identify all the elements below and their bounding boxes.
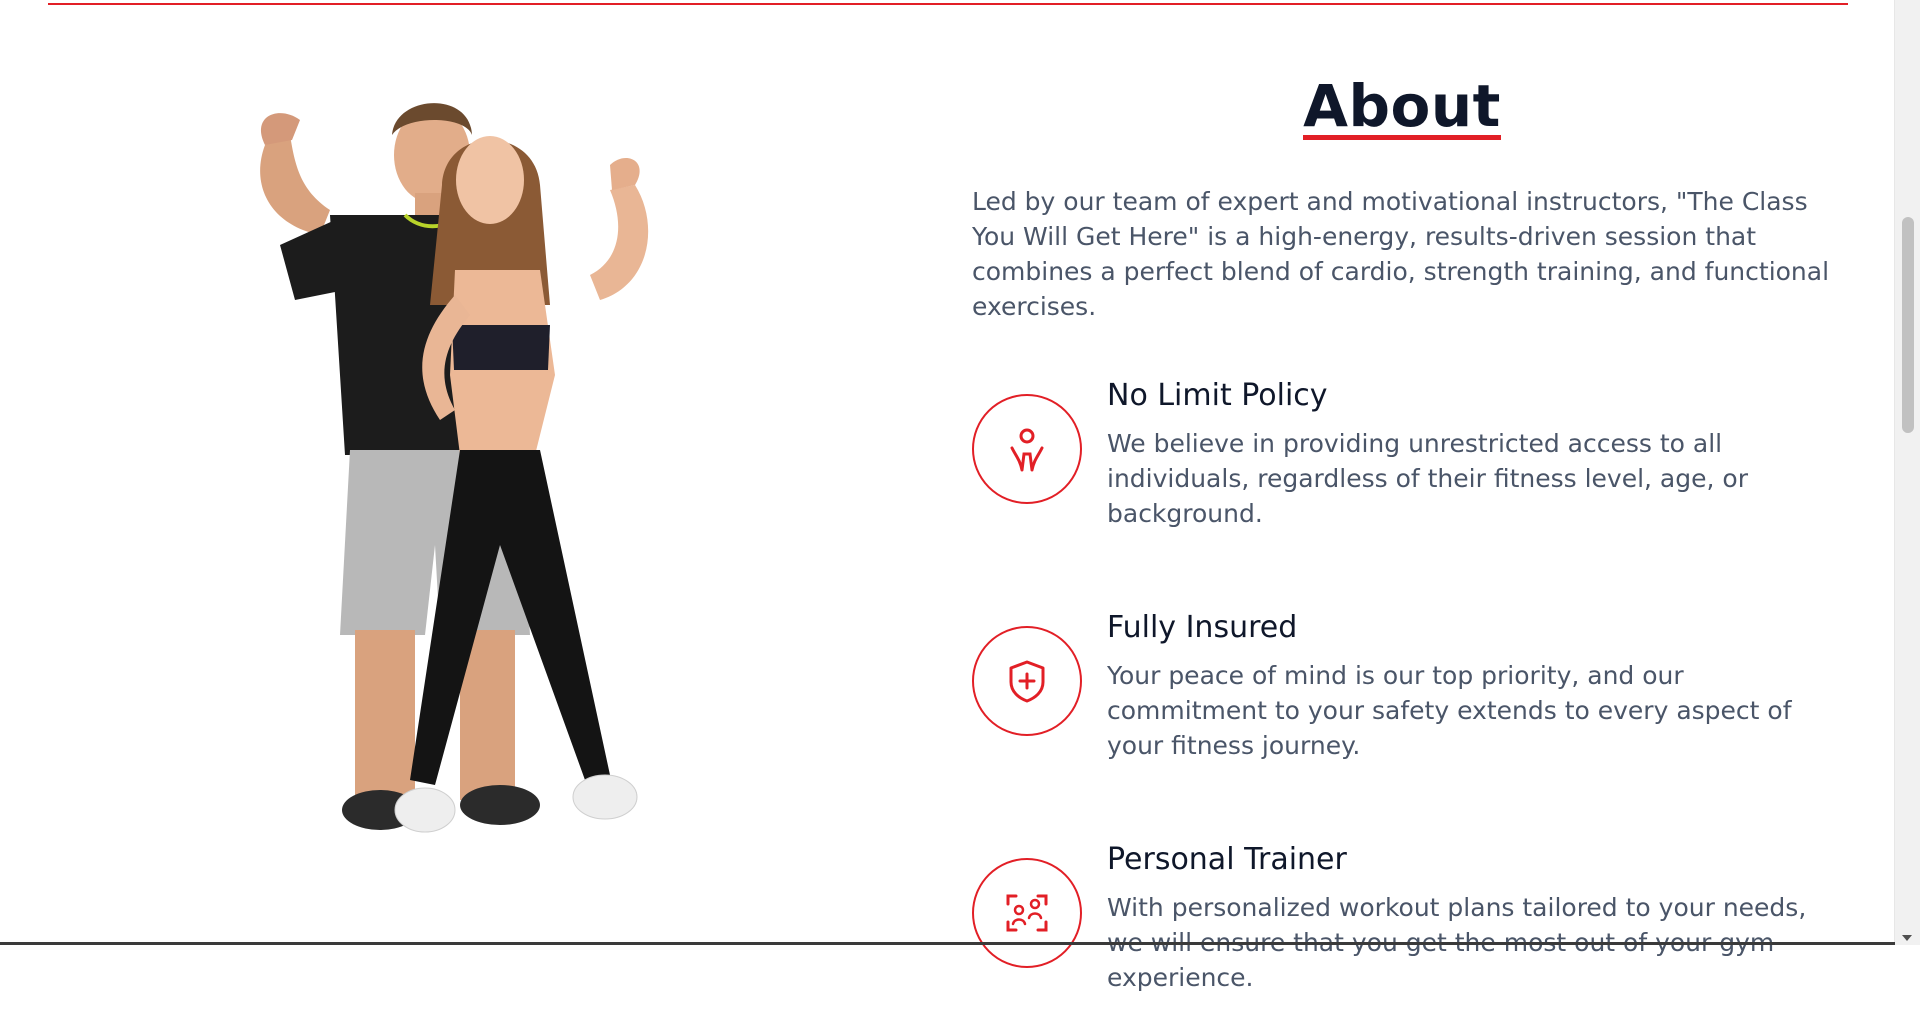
scroll-down-arrow-icon[interactable] xyxy=(1902,935,1912,941)
feature-title: Personal Trainer xyxy=(1107,842,1347,877)
feature-personal-trainer: Personal Trainer With personalized worko… xyxy=(972,840,1832,1020)
feature-no-limit-policy: No Limit Policy We believe in providing … xyxy=(972,376,1832,556)
about-heading: About xyxy=(1303,72,1501,140)
about-section: About Led by our team of expert and moti… xyxy=(972,70,1832,1020)
vertical-scrollbar[interactable] xyxy=(1894,0,1920,945)
scrollbar-thumb[interactable] xyxy=(1902,217,1914,433)
person-raised-arms-icon xyxy=(972,394,1082,504)
shield-plus-icon xyxy=(972,626,1082,736)
feature-description: We believe in providing unrestricted acc… xyxy=(1107,429,1748,528)
fitness-couple-image xyxy=(180,75,820,945)
feature-fully-insured: Fully Insured Your peace of mind is our … xyxy=(972,608,1832,788)
trainer-focus-icon xyxy=(972,858,1082,968)
about-intro-text: Led by our team of expert and motivation… xyxy=(972,187,1830,321)
feature-title: No Limit Policy xyxy=(1107,378,1328,413)
top-divider xyxy=(48,3,1848,5)
feature-title: Fully Insured xyxy=(1107,610,1298,645)
feature-description: Your peace of mind is our top priority, … xyxy=(1107,661,1792,760)
